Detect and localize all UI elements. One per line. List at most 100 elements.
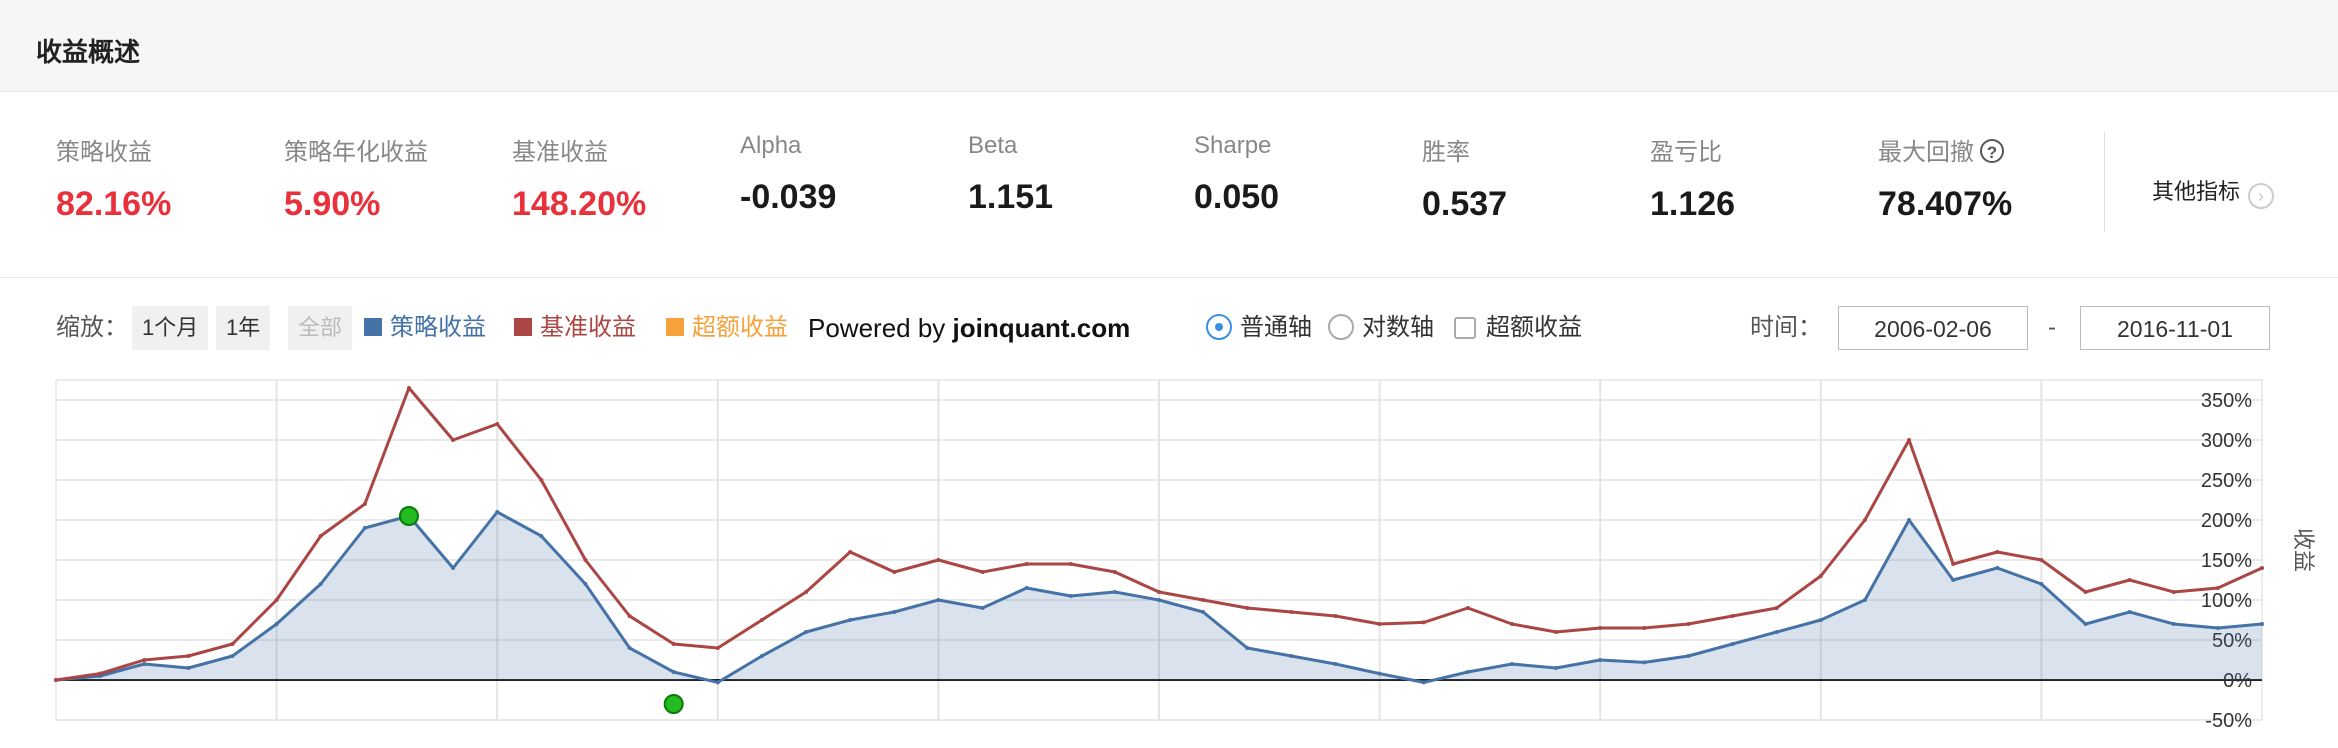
start-date-input[interactable]: 2006-02-06 — [1838, 306, 2028, 350]
metric-value: 0.050 — [1194, 178, 1280, 216]
data-point-strategy — [1598, 658, 1603, 662]
data-point-strategy — [1112, 590, 1117, 594]
legend-swatch — [666, 318, 684, 336]
data-point-benchmark — [2171, 590, 2176, 594]
metric-value: 1.151 — [968, 178, 1054, 216]
y-tick-label: 100% — [2201, 590, 2252, 612]
legend-item-benchmark[interactable]: 基准收益 — [514, 306, 636, 350]
other-metrics-link[interactable]: 其他指标 › — [2152, 174, 2275, 209]
data-point-benchmark — [1421, 620, 1426, 625]
data-point-strategy — [1686, 654, 1691, 658]
data-point-benchmark — [1465, 606, 1470, 610]
data-point-benchmark — [230, 642, 235, 646]
metric-win-rate: 胜率 0.537 — [1422, 132, 1507, 224]
data-point-benchmark — [671, 642, 676, 646]
panel-header: 收益概述 — [0, 0, 2338, 92]
data-point-benchmark — [186, 654, 191, 658]
metric-sharpe: Sharpe 0.050 — [1194, 132, 1279, 217]
data-point-benchmark — [1554, 630, 1559, 634]
data-point-strategy — [2260, 622, 2264, 626]
metric-value: 1.126 — [1650, 185, 1736, 223]
data-point-strategy — [980, 606, 985, 610]
end-date-input[interactable]: 2016-11-01 — [2080, 306, 2270, 350]
data-point-strategy — [1907, 518, 1912, 522]
metric-value: 78.407% — [1878, 185, 2013, 223]
data-point-strategy — [1465, 670, 1470, 674]
metric-value: 5.90% — [284, 185, 381, 223]
data-point-strategy — [671, 670, 676, 674]
drawdown-marker — [663, 694, 684, 714]
data-point-benchmark — [1907, 438, 1912, 442]
legend-item-excess[interactable]: 超额收益 — [666, 306, 788, 350]
radio-selected-icon — [1206, 314, 1232, 340]
data-point-strategy — [1774, 630, 1779, 634]
data-point-strategy — [1730, 642, 1735, 646]
y-axis-title: 收益 — [2291, 528, 2316, 572]
help-icon[interactable]: ? — [1980, 139, 2004, 163]
data-point-benchmark — [1289, 610, 1294, 614]
data-point-benchmark — [1509, 622, 1514, 626]
data-point-strategy — [627, 646, 632, 650]
powered-site: joinquant.com — [952, 313, 1131, 343]
axis-option-log[interactable]: 对数轴 — [1328, 306, 1434, 350]
y-tick-label: 200% — [2201, 510, 2252, 532]
data-point-benchmark — [362, 502, 367, 506]
data-point-strategy — [936, 598, 941, 602]
data-point-benchmark — [451, 438, 456, 442]
legend-swatch — [364, 318, 382, 336]
data-point-strategy — [230, 654, 235, 658]
metric-profit-loss-ratio: 盈亏比 1.126 — [1650, 132, 1735, 224]
data-point-benchmark — [627, 614, 632, 618]
metric-strategy-return: 策略收益 82.16% — [56, 132, 171, 224]
data-point-strategy — [1068, 594, 1073, 598]
data-point-benchmark — [804, 590, 809, 594]
data-point-benchmark — [1157, 590, 1161, 594]
data-point-strategy — [1509, 662, 1514, 666]
data-point-strategy — [318, 582, 323, 586]
data-point-benchmark — [1730, 614, 1735, 618]
data-point-strategy — [2171, 622, 2176, 626]
data-point-strategy — [715, 680, 720, 685]
returns-chart[interactable]: -50%0%50%100%150%200%250%300%350%收益 — [0, 370, 2338, 730]
metric-value: 0.537 — [1422, 185, 1508, 223]
data-point-strategy — [1818, 618, 1823, 622]
excess-return-toggle[interactable]: 超额收益 — [1454, 306, 1582, 350]
data-point-strategy — [362, 526, 367, 530]
data-point-benchmark — [1642, 626, 1647, 630]
powered-by: Powered by joinquant.com — [808, 306, 1130, 350]
y-tick-label: -50% — [2205, 710, 2252, 730]
legend-item-strategy[interactable]: 策略收益 — [364, 306, 486, 350]
data-point-strategy — [142, 662, 147, 666]
legend-label: 超额收益 — [692, 314, 788, 341]
zoom-1-year-button[interactable]: 1年 — [216, 306, 271, 350]
data-point-strategy — [804, 630, 809, 634]
data-point-benchmark — [142, 658, 147, 662]
data-point-benchmark — [2215, 586, 2220, 590]
data-point-benchmark — [1333, 614, 1338, 618]
metric-label: 策略收益 — [56, 139, 152, 166]
metric-label: 基准收益 — [512, 139, 608, 166]
data-point-strategy — [1333, 662, 1338, 666]
zoom-1-month-button[interactable]: 1个月 — [132, 306, 209, 350]
metric-label: 最大回撤? — [1878, 132, 2012, 167]
data-point-strategy — [1642, 660, 1647, 665]
panel-title: 收益概述 — [36, 37, 141, 67]
drawdown-marker — [398, 506, 419, 526]
data-point-benchmark — [1068, 562, 1073, 566]
data-point-strategy — [1951, 578, 1956, 582]
data-point-benchmark — [1245, 606, 1250, 610]
axis-option-normal[interactable]: 普通轴 — [1206, 306, 1312, 350]
zoom-all-button[interactable]: 全部 — [288, 306, 353, 350]
data-point-benchmark — [1951, 562, 1956, 566]
legend-label: 策略收益 — [390, 314, 486, 341]
data-point-strategy — [274, 622, 279, 626]
chart-toolbar: 缩放： 1个月 1年 全部 策略收益 基准收益 超额收益 Powered by … — [0, 306, 2338, 354]
data-point-strategy — [1377, 671, 1382, 676]
metric-beta: Beta 1.151 — [968, 132, 1053, 217]
data-point-benchmark — [2083, 590, 2088, 594]
legend-swatch — [514, 318, 532, 336]
data-point-strategy — [2127, 610, 2132, 614]
data-point-benchmark — [495, 422, 500, 426]
data-point-benchmark — [848, 550, 853, 554]
metric-label-text: 最大回撤 — [1878, 139, 1974, 166]
